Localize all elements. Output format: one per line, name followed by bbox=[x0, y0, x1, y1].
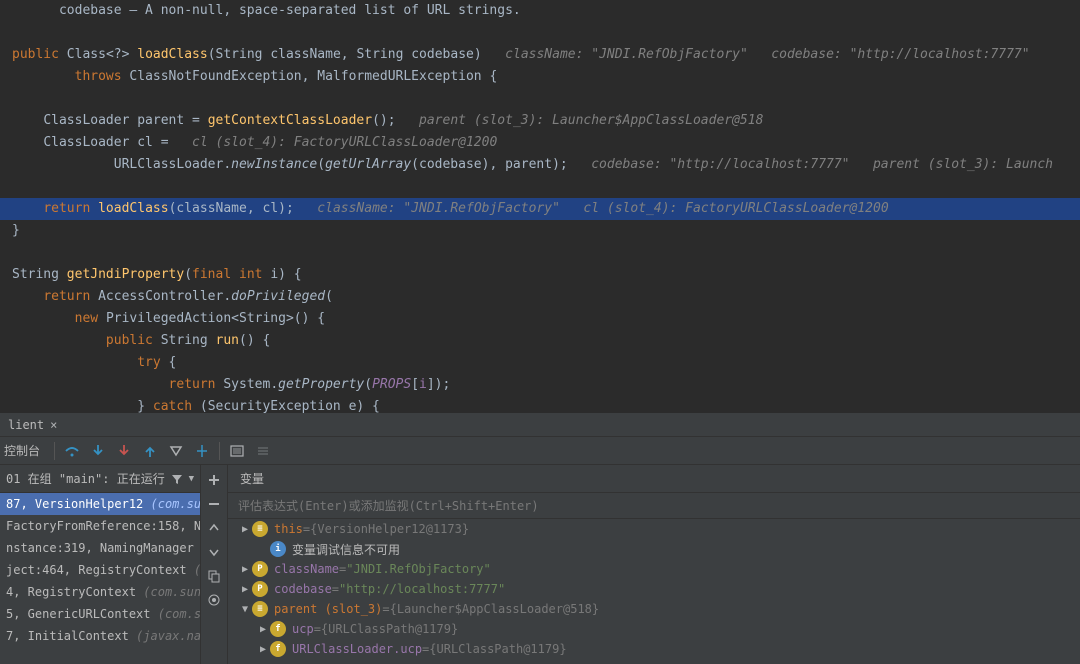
frame-item[interactable]: ject:464, RegistryContext (com.su bbox=[0, 559, 200, 581]
variables-tree[interactable]: ▶≡this = {VersionHelper12@1173}i变量调试信息不可… bbox=[228, 519, 1080, 664]
copy-icon[interactable] bbox=[203, 565, 225, 587]
variable-row[interactable]: ▶≡this = {VersionHelper12@1173} bbox=[228, 519, 1080, 539]
frame-item[interactable]: 5, GenericURLContext (com.sun.jnd bbox=[0, 603, 200, 625]
current-breakpoint-line: return loadClass(className, cl); classNa… bbox=[0, 198, 1080, 220]
force-step-into-icon[interactable] bbox=[113, 440, 135, 462]
add-watch-icon[interactable] bbox=[203, 469, 225, 491]
variable-row[interactable]: ▶fucp = {URLClassPath@1179} bbox=[228, 619, 1080, 639]
step-into-icon[interactable] bbox=[87, 440, 109, 462]
placeholder-text: 评估表达式(Enter)或添加监视(Ctrl+Shift+Enter) bbox=[238, 497, 539, 514]
trace-icon[interactable] bbox=[252, 440, 274, 462]
variable-row[interactable]: ▼≡parent (slot_3) = {Launcher$AppClassLo… bbox=[228, 599, 1080, 619]
dropdown-icon[interactable]: ▼ bbox=[189, 474, 194, 484]
down-icon[interactable] bbox=[203, 541, 225, 563]
tab-client[interactable]: lient × bbox=[0, 418, 65, 432]
debug-toolbar: 控制台 bbox=[0, 437, 1080, 465]
frame-item[interactable]: 4, RegistryContext (com.sun.jndi.rn bbox=[0, 581, 200, 603]
frame-item[interactable]: 7, InitialContext (javax.naming) bbox=[0, 625, 200, 647]
filter-icon[interactable] bbox=[171, 473, 183, 485]
evaluate-input[interactable]: 评估表达式(Enter)或添加监视(Ctrl+Shift+Enter) bbox=[228, 493, 1080, 519]
step-over-icon[interactable] bbox=[61, 440, 83, 462]
code-editor[interactable]: codebase – A non-null, space-separated l… bbox=[0, 0, 1080, 413]
watches-icon[interactable] bbox=[203, 589, 225, 611]
up-icon[interactable] bbox=[203, 517, 225, 539]
variables-panel: 变量 评估表达式(Enter)或添加监视(Ctrl+Shift+Enter) ▶… bbox=[228, 465, 1080, 664]
variable-row[interactable]: ▶fURLClassLoader.ucp = {URLClassPath@117… bbox=[228, 639, 1080, 659]
frames-panel: 01 在组 "main": 正在运行 ▼ 87, VersionHelper12… bbox=[0, 465, 200, 664]
remove-watch-icon[interactable] bbox=[203, 493, 225, 515]
debug-tabs: lient × bbox=[0, 413, 1080, 437]
evaluate-icon[interactable] bbox=[226, 440, 248, 462]
variable-row[interactable]: ▶PclassName = "JNDI.RefObjFactory" bbox=[228, 559, 1080, 579]
run-to-cursor-icon[interactable] bbox=[191, 440, 213, 462]
variable-row[interactable]: i变量调试信息不可用 bbox=[228, 539, 1080, 559]
variables-header: 变量 bbox=[228, 465, 1080, 493]
frames-list[interactable]: 87, VersionHelper12 (com.sun.namFactoryF… bbox=[0, 493, 200, 664]
step-out-icon[interactable] bbox=[139, 440, 161, 462]
thread-label: 01 在组 "main": 正在运行 bbox=[6, 470, 165, 487]
side-toolbar bbox=[200, 465, 228, 664]
drop-frame-icon[interactable] bbox=[165, 440, 187, 462]
frames-header[interactable]: 01 在组 "main": 正在运行 ▼ bbox=[0, 465, 200, 493]
tab-label: lient bbox=[8, 418, 44, 432]
close-icon[interactable]: × bbox=[50, 418, 57, 432]
console-label[interactable]: 控制台 bbox=[4, 442, 48, 459]
variable-row[interactable]: ▶Pcodebase = "http://localhost:7777" bbox=[228, 579, 1080, 599]
frame-item[interactable]: 87, VersionHelper12 (com.sun.nam bbox=[0, 493, 200, 515]
frame-item[interactable]: nstance:319, NamingManager (jav bbox=[0, 537, 200, 559]
frame-item[interactable]: FactoryFromReference:158, Naming bbox=[0, 515, 200, 537]
comment-line: codebase – A non-null, space-separated l… bbox=[59, 3, 521, 18]
